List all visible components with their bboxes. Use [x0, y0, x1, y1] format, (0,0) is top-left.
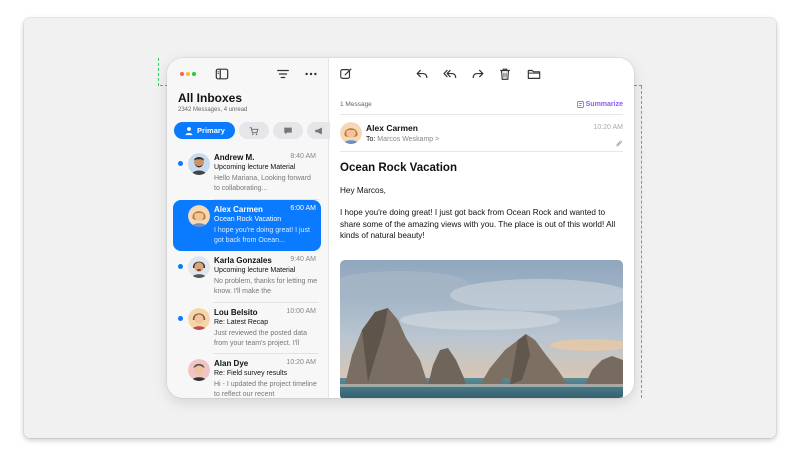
divider	[340, 114, 623, 115]
message-subject: Re: Latest Recap	[214, 318, 269, 326]
tab-transactions[interactable]	[239, 122, 269, 139]
alignment-guide-right	[641, 86, 642, 398]
sender-avatar	[340, 122, 362, 144]
mailbox-count: 2342 Messages, 4 unread	[178, 107, 248, 113]
message-sender: Lou Belsito	[214, 307, 258, 317]
message-time: 9:40 AM	[290, 256, 316, 263]
zoom-window-button[interactable]	[192, 72, 196, 76]
filter-icon[interactable]	[274, 65, 292, 83]
close-window-button[interactable]	[180, 72, 184, 76]
message-preview: No problem, thanks for letting me know. …	[214, 278, 318, 295]
list-item[interactable]: Andrew M. 8:40 AM Upcoming lecture Mater…	[167, 148, 329, 200]
alignment-guide-left	[158, 58, 159, 86]
message-subject-heading: Ocean Rock Vacation	[340, 162, 457, 174]
message-greeting: Hey Marcos,	[340, 186, 386, 195]
avatar	[188, 153, 210, 175]
recipient-name: Marcos Weskamp	[377, 136, 434, 143]
message-time: 8:40 AM	[290, 153, 316, 160]
message-preview: Hello Mariana, Looking forward to collab…	[214, 175, 311, 192]
unread-dot	[178, 315, 183, 321]
message-subject: Upcoming lecture Material	[214, 164, 296, 171]
chat-icon	[284, 127, 292, 134]
to-label: To:	[366, 136, 376, 143]
tab-primary[interactable]: Primary	[174, 122, 235, 139]
message-list-pane: All Inboxes 2342 Messages, 4 unread Prim…	[167, 58, 333, 398]
message-subject: Upcoming lecture Material	[214, 267, 296, 274]
reply-all-icon[interactable]	[441, 65, 459, 83]
sender-name: Alex Carmen	[366, 123, 418, 133]
message-time: 10:00 AM	[286, 307, 316, 315]
list-item[interactable]: Alan Dye 10:20 AM Re: Field survey resul…	[167, 354, 329, 398]
person-icon	[185, 126, 193, 135]
message-sender: Alan Dye	[214, 359, 249, 368]
compose-icon[interactable]	[337, 65, 355, 83]
message-preview: I hope you're doing great! I just got ba…	[214, 226, 310, 244]
message-body: I hope you're doing great! I just got ba…	[340, 208, 616, 240]
sidebar-toolbar	[167, 58, 329, 88]
message-time: 6:00 AM	[290, 204, 316, 212]
summarize-button[interactable]: Summarize	[576, 101, 623, 108]
attached-photo[interactable]	[340, 260, 623, 398]
sidebar-toggle-icon[interactable]	[213, 65, 231, 83]
unread-dot	[178, 264, 183, 269]
divider	[340, 151, 623, 152]
message-sender: Alex Carmen	[214, 204, 263, 214]
sparkle-icon	[576, 101, 584, 108]
avatar	[188, 256, 210, 278]
message-preview: Just reviewed the posted data from your …	[214, 329, 308, 347]
trash-icon[interactable]	[496, 65, 514, 83]
forward-icon[interactable]	[469, 65, 487, 83]
recipient-line[interactable]: To: Marcos Weskamp >	[366, 136, 439, 143]
tab-primary-label: Primary	[197, 126, 225, 135]
mailbox-title: All Inboxes	[178, 91, 243, 105]
list-item-selected[interactable]: Alex Carmen 6:00 AM Ocean Rock Vacation …	[173, 199, 321, 251]
message-sender: Andrew M.	[214, 153, 255, 162]
message-preview: Hi - I updated the project timeline to r…	[214, 381, 317, 398]
unread-dot	[178, 161, 183, 166]
thread-count: 1 Message	[340, 101, 372, 108]
megaphone-icon	[315, 127, 322, 134]
reply-icon[interactable]	[413, 65, 431, 83]
avatar	[188, 307, 210, 330]
message-time: 10:20 AM	[286, 359, 316, 366]
minimize-window-button[interactable]	[186, 72, 190, 76]
mail-window: All Inboxes 2342 Messages, 4 unread Prim…	[167, 58, 634, 398]
message-list: Andrew M. 8:40 AM Upcoming lecture Mater…	[167, 148, 329, 398]
message-timestamp: 10:20 AM	[593, 124, 623, 131]
summarize-label: Summarize	[585, 101, 623, 108]
category-tabs: Primary	[174, 122, 333, 139]
avatar	[188, 204, 210, 227]
more-icon[interactable]	[302, 65, 320, 83]
list-item[interactable]: Lou Belsito 10:00 AM Re: Latest Recap Ju…	[167, 303, 329, 354]
folder-icon[interactable]	[525, 65, 543, 83]
message-subject: Ocean Rock Vacation	[214, 215, 282, 223]
avatar	[188, 359, 210, 381]
chevron-right-icon: >	[435, 136, 440, 143]
list-item[interactable]: Karla Gonzales 9:40 AM Upcoming lecture …	[167, 251, 329, 303]
message-subject: Re: Field survey results	[214, 370, 288, 377]
window-controls[interactable]	[180, 72, 196, 76]
tab-updates[interactable]	[273, 122, 303, 139]
cart-icon	[249, 126, 259, 135]
message-detail-pane: 1 Message Summarize Alex Carmen To: Marc…	[330, 58, 634, 398]
message-sender: Karla Gonzales	[214, 256, 272, 265]
